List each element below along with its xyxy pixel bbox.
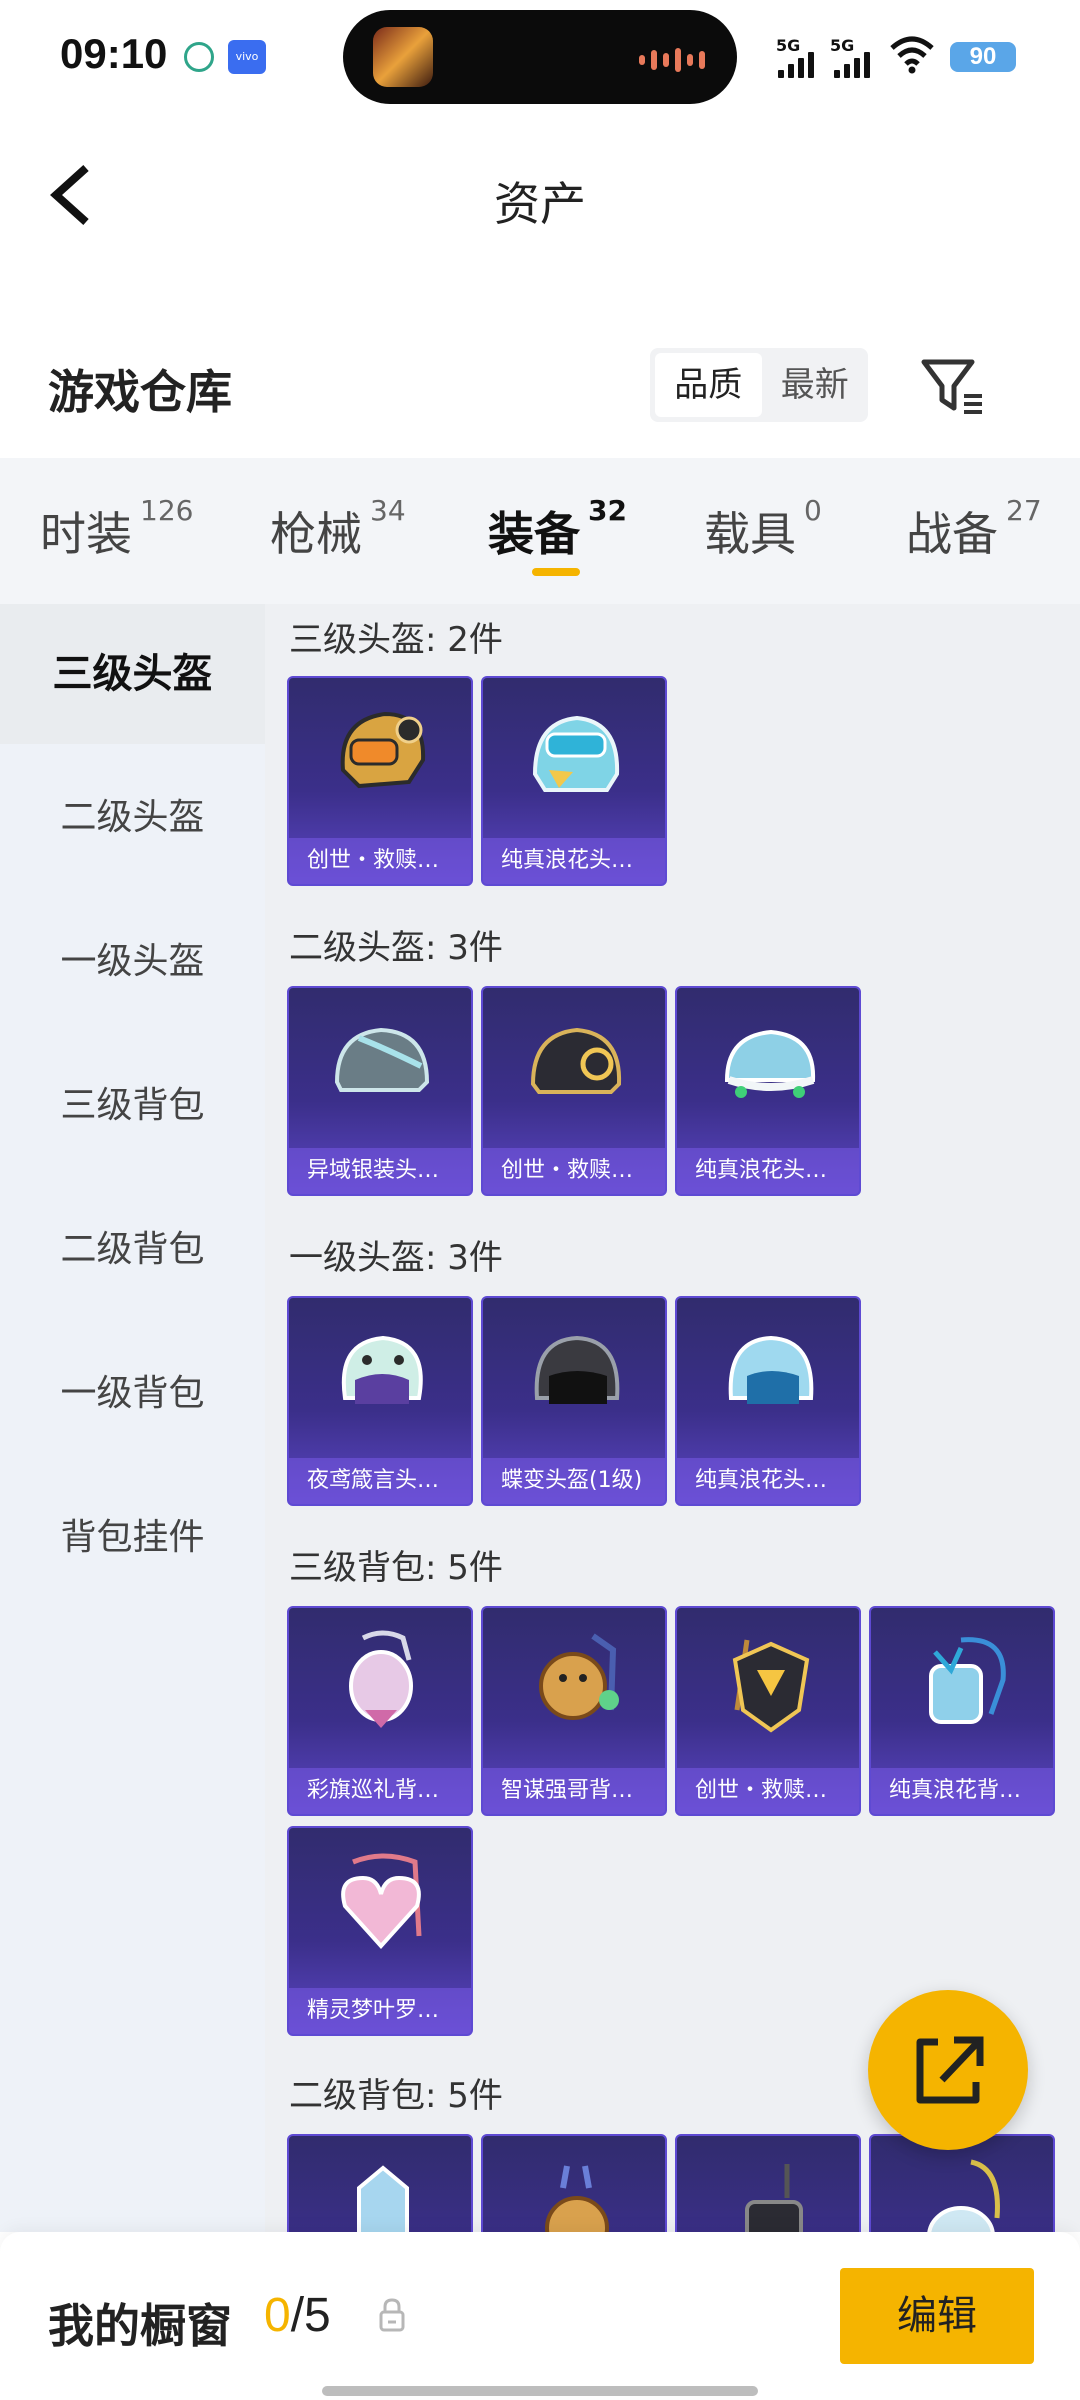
helmet-icon (724, 1029, 816, 1098)
tab-weapons[interactable]: 枪械 34 (270, 494, 406, 564)
home-indicator[interactable] (322, 2386, 758, 2396)
item-name: 彩旗巡礼背… (289, 1768, 471, 1814)
item-name: 异域银装头… (289, 1148, 471, 1194)
tab-vehicles[interactable]: 载具 0 (704, 494, 822, 564)
page-title: 资产 (494, 177, 586, 231)
sidebar-item-level1-helmet[interactable]: 一级头盔 (0, 892, 265, 1032)
group-title: 二级头盔: 3件 (289, 928, 503, 968)
share-icon (916, 2036, 984, 2104)
item-name: 创世・救赎… (289, 838, 471, 884)
item-card[interactable]: 纯真浪花背… (869, 1606, 1055, 1816)
group-title: 二级背包: 5件 (289, 2076, 503, 2116)
bottom-bar: 我的橱窗 0/5 编辑 (0, 2232, 1080, 2400)
item-name: 纯真浪花头… (677, 1458, 859, 1504)
helmet-icon (334, 1027, 430, 1092)
item-card[interactable]: 创世・救赎… (287, 676, 473, 886)
item-name: 精灵梦叶罗… (289, 1988, 471, 2034)
item-name: 创世・救赎… (677, 1768, 859, 1814)
helmet-icon (340, 711, 426, 789)
status-time: 09:10 (60, 30, 168, 77)
backpack-icon (929, 1637, 1006, 1724)
sidebar-item-backpack-charm[interactable]: 背包挂件 (0, 1468, 265, 1608)
sidebar: 三级头盔 二级头盔 一级头盔 三级背包 二级背包 一级背包 背包挂件 (0, 604, 265, 2232)
item-name: 纯真浪花背… (871, 1768, 1053, 1814)
status-bar: 09:10 vivo 5G 5G 90 (0, 0, 1080, 120)
item-name: 创世・救赎… (483, 1148, 665, 1194)
sidebar-item-level2-helmet[interactable]: 二级头盔 (0, 748, 265, 888)
sidebar-item-level3-backpack[interactable]: 三级背包 (0, 1036, 265, 1176)
backpack-icon (341, 1853, 422, 1949)
notification-icon (184, 42, 214, 72)
audio-wave-icon (639, 48, 705, 72)
item-card[interactable]: 异域银装头… (287, 986, 473, 1196)
active-tab-indicator (532, 568, 580, 576)
backpack-icon (927, 2159, 1000, 2232)
helmet-icon (534, 1335, 620, 1404)
item-card[interactable]: 纯真浪花头… (675, 986, 861, 1196)
backpack-icon (357, 2165, 409, 2232)
battery-icon: 90 (950, 42, 1016, 72)
sidebar-item-level3-helmet[interactable]: 三级头盔 (0, 604, 265, 744)
item-name: 智谋强哥背… (483, 1768, 665, 1814)
wifi-icon (890, 36, 934, 74)
showcase-count: 0/5 (264, 2289, 331, 2342)
showcase-label: 我的橱窗 (48, 2299, 232, 2353)
item-name: 纯真浪花头… (677, 1148, 859, 1194)
edit-button[interactable]: 编辑 (840, 2268, 1034, 2364)
backpack-icon (349, 1630, 413, 1728)
item-card[interactable]: 彩旗巡礼背… (287, 1606, 473, 1816)
item-card[interactable]: 创世・救赎… (481, 986, 667, 1196)
group-title: 一级头盔: 3件 (289, 1238, 503, 1278)
backpack-icon (539, 1633, 619, 1720)
helmet-icon (530, 1027, 622, 1094)
helmet-icon (341, 1335, 423, 1404)
sidebar-item-level2-backpack[interactable]: 二级背包 (0, 1180, 265, 1320)
item-name: 蝶变头盔(1级) (483, 1458, 665, 1504)
item-card[interactable] (481, 2134, 667, 2232)
helmet-icon (532, 715, 620, 792)
sidebar-item-level1-backpack[interactable]: 一级背包 (0, 1324, 265, 1464)
tab-equipment[interactable]: 装备 32 (488, 494, 627, 564)
group-title: 三级背包: 5件 (289, 1548, 503, 1588)
item-card[interactable]: 纯真浪花头… (675, 1296, 861, 1506)
vivo-badge-icon: vivo (228, 40, 266, 74)
item-card[interactable]: 创世・救赎… (675, 1606, 861, 1816)
group-title: 三级头盔: 2件 (289, 620, 503, 660)
share-button[interactable] (868, 1990, 1028, 2150)
signal-1-icon (778, 52, 814, 78)
item-grid: 三级头盔: 2件 创世・救赎… 纯真浪花头… 二级头盔: 3件 异域银装头… 创… (265, 604, 1080, 2232)
sort-quality-button[interactable]: 品质 (655, 353, 762, 417)
sort-toggle: 品质 最新 (650, 348, 868, 422)
dynamic-island[interactable] (343, 10, 737, 104)
item-card[interactable] (287, 2134, 473, 2232)
item-card[interactable]: 夜鸢箴言头… (287, 1296, 473, 1506)
tab-supplies[interactable]: 战备 27 (906, 494, 1042, 564)
item-card[interactable]: 智谋强哥背… (481, 1606, 667, 1816)
item-card[interactable]: 纯真浪花头… (481, 676, 667, 886)
backpack-icon (745, 2164, 803, 2232)
item-name: 夜鸢箴言头… (289, 1458, 471, 1504)
app: 09:10 vivo 5G 5G 90 资产 游戏仓库 品质 最新 时装 126… (0, 0, 1080, 2400)
sort-newest-button[interactable]: 最新 (762, 353, 869, 417)
game-app-icon (373, 27, 433, 87)
item-card[interactable]: 精灵梦叶罗… (287, 1826, 473, 2036)
backpack-icon (732, 1639, 810, 1733)
lock-icon (379, 2298, 405, 2332)
backpack-icon (545, 2165, 609, 2232)
tab-fashion[interactable]: 时装 126 (40, 494, 193, 564)
signal-2-icon (834, 52, 870, 78)
item-name: 纯真浪花头… (483, 838, 665, 884)
item-card[interactable]: 蝶变头盔(1级) (481, 1296, 667, 1506)
category-tabs: 时装 126 枪械 34 装备 32 载具 0 战备 27 (0, 458, 1080, 604)
section-title: 游戏仓库 (48, 365, 232, 419)
item-card[interactable] (675, 2134, 861, 2232)
filter-icon[interactable] (920, 356, 986, 416)
helmet-icon (728, 1335, 814, 1404)
